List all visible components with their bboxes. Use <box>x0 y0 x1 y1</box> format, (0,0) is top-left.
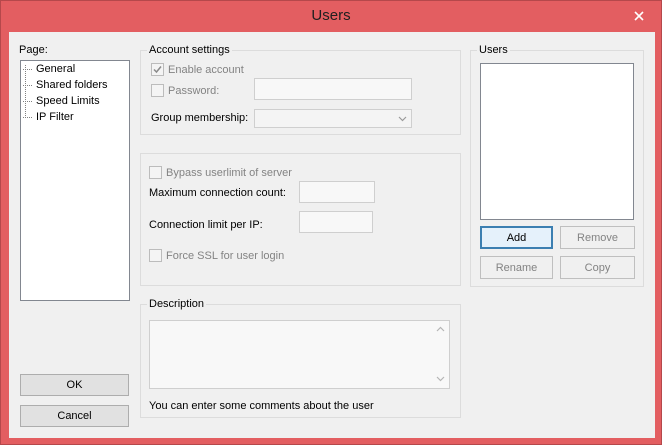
users-label: Users <box>477 44 510 56</box>
force-ssl-checkbox[interactable]: Force SSL for user login <box>149 249 284 262</box>
scroll-up-arrow-icon <box>436 326 445 332</box>
tree-item-general[interactable]: General <box>22 63 76 75</box>
chevron-down-icon <box>398 116 407 122</box>
users-group: Users Add Remove Rename Copy <box>470 44 644 287</box>
tree-item-ip-filter[interactable]: IP Filter <box>23 111 75 123</box>
enable-account-checkbox[interactable]: Enable account <box>151 63 244 76</box>
tree-item-speed-limits[interactable]: Speed Limits <box>23 95 101 107</box>
remove-user-button[interactable]: Remove <box>560 226 635 249</box>
account-settings-group: Account settings Enable account Password… <box>140 44 461 135</box>
users-list[interactable] <box>480 63 634 220</box>
description-group: Description You can enter some comments … <box>140 298 461 418</box>
password-field[interactable] <box>254 78 412 100</box>
description-hint: You can enter some comments about the us… <box>149 400 374 412</box>
dialog-client-area: Page: General Shared folders Speed Limit… <box>9 32 655 438</box>
description-label: Description <box>147 298 207 310</box>
title-bar[interactable]: Users <box>1 1 661 32</box>
password-checkbox[interactable]: Password: <box>151 84 219 97</box>
tree-connector-line <box>25 65 26 118</box>
scroll-down-arrow-icon <box>436 376 445 382</box>
enable-account-checkbox-box <box>151 63 164 76</box>
close-button[interactable] <box>627 7 651 25</box>
users-dialog-window: Users Page: General Shared folders Speed… <box>0 0 662 445</box>
page-tree[interactable]: General Shared folders Speed Limits IP F… <box>20 60 130 301</box>
page-label: Page: <box>19 44 48 56</box>
group-membership-select[interactable] <box>254 109 412 128</box>
enable-account-label: Enable account <box>168 63 244 76</box>
rename-user-button[interactable]: Rename <box>480 256 553 279</box>
password-checkbox-box <box>151 84 164 97</box>
window-title: Users <box>311 7 351 24</box>
conn-limit-per-ip-field[interactable] <box>299 211 373 233</box>
max-connection-field[interactable] <box>299 181 375 203</box>
conn-limit-per-ip-label: Connection limit per IP: <box>149 219 263 231</box>
bypass-userlimit-checkbox-box <box>149 166 162 179</box>
description-textarea[interactable] <box>149 320 450 389</box>
group-membership-label: Group membership: <box>151 112 249 124</box>
account-settings-label: Account settings <box>147 44 232 56</box>
copy-user-button[interactable]: Copy <box>560 256 635 279</box>
ok-button[interactable]: OK <box>20 374 129 396</box>
max-connection-label: Maximum connection count: <box>149 187 286 199</box>
checkmark-icon <box>153 66 162 74</box>
password-label: Password: <box>168 84 220 97</box>
cancel-button[interactable]: Cancel <box>20 405 129 427</box>
force-ssl-checkbox-box <box>149 249 162 262</box>
description-scrollbar[interactable] <box>432 321 449 388</box>
close-icon <box>634 11 644 21</box>
tree-item-shared-folders[interactable]: Shared folders <box>23 79 109 91</box>
force-ssl-label: Force SSL for user login <box>166 249 285 262</box>
connection-limits-group: Bypass userlimit of server Maximum conne… <box>140 153 461 286</box>
bypass-userlimit-label: Bypass userlimit of server <box>166 166 292 179</box>
add-user-button[interactable]: Add <box>480 226 553 249</box>
bypass-userlimit-checkbox[interactable]: Bypass userlimit of server <box>149 166 292 179</box>
